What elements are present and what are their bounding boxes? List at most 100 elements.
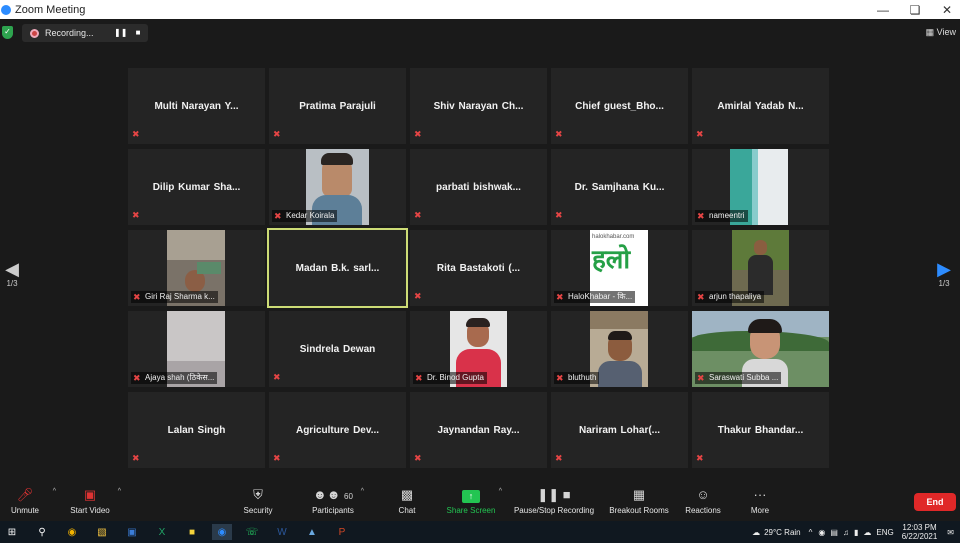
battery-icon[interactable]: ▮ [854, 528, 858, 537]
participant-tile[interactable]: Nariram Lohar(... ✖ [551, 392, 688, 468]
notifications-icon[interactable]: ✉ [947, 528, 954, 537]
powerpoint-icon[interactable]: P [332, 524, 352, 540]
participant-tile[interactable]: Jaynandan Ray... ✖ [410, 392, 547, 468]
meeting-topbar: ✓ Recording... ❚❚ ■ ▦ View [0, 23, 960, 43]
participant-tile-video[interactable]: ✖ Kedar Koirala [269, 149, 406, 225]
muted-mic-icon: ✖ [696, 453, 704, 463]
participant-tile[interactable]: parbati bishwak... ✖ [410, 149, 547, 225]
sticky-notes-icon[interactable]: ■ [182, 524, 202, 540]
weather-text[interactable]: 29°C Rain [764, 528, 801, 537]
participant-tile[interactable]: Thakur Bhandar... ✖ [692, 392, 829, 468]
photos-icon[interactable]: ▲ [302, 524, 322, 540]
breakout-label: Breakout Rooms [609, 506, 669, 515]
participant-tile[interactable]: Shiv Narayan Ch... ✖ [410, 68, 547, 144]
volume-icon[interactable]: ♫ [843, 528, 849, 537]
muted-mic-icon: ✖ [273, 453, 281, 463]
stop-recording-icon[interactable]: ■ [132, 27, 144, 39]
participant-tile-video[interactable]: ✖ Giri Raj Sharma k... [128, 230, 265, 306]
participant-tile-video[interactable]: ✖ nameentri [692, 149, 829, 225]
language-indicator[interactable]: ENG [876, 528, 893, 537]
participant-tile[interactable]: Pratima Parajuli ✖ [269, 68, 406, 144]
file-explorer-icon[interactable]: ▧ [92, 524, 112, 540]
participant-tile[interactable]: Amirlal Yadab N... ✖ [692, 68, 829, 144]
network-icon[interactable]: ▤ [830, 528, 838, 537]
muted-mic-icon: ✖ [274, 211, 282, 221]
end-meeting-button[interactable]: End [914, 493, 956, 511]
shield-icon: ⛨ [253, 487, 263, 502]
chat-button[interactable]: ▩ Chat [372, 484, 442, 521]
window-title: Zoom Meeting [15, 3, 86, 16]
participant-tile[interactable]: Chief guest_Bho... ✖ [551, 68, 688, 144]
start-video-button[interactable]: ▣ Start Video ^ [55, 484, 125, 521]
chevron-up-icon[interactable]: ^ [361, 488, 364, 495]
participant-tile-video[interactable]: halokhabar.com हलो ✖ HaloKhabar - कि... [551, 230, 688, 306]
chat-label: Chat [398, 506, 416, 515]
participant-name: Dr. Samjhana Ku... [574, 182, 665, 193]
participant-name: Chief guest_Bho... [575, 101, 664, 112]
participant-name: Multi Narayan Y... [154, 101, 239, 112]
participants-label: Participants [312, 506, 354, 515]
participant-tile-video[interactable]: ✖ arjun thapaliya [692, 230, 829, 306]
participant-tile[interactable]: Sindrela Dewan ✖ [269, 311, 406, 387]
muted-mic-icon: ✖ [132, 453, 140, 463]
unmute-button[interactable]: 🎤︎ Unmute ^ [0, 484, 60, 521]
more-label: More [750, 506, 770, 515]
participant-tile-video[interactable]: ✖ bluthuth [551, 311, 688, 387]
share-screen-button[interactable]: ↑ Share Screen ^ [436, 484, 506, 521]
maximize-icon[interactable]: ❏ [898, 0, 932, 19]
participant-tile-video[interactable]: ✖ Ajaya shah (ठिकेस... [128, 311, 265, 387]
participants-button[interactable]: ☻☻ 60 Participants ^ [298, 484, 368, 521]
minimize-icon[interactable]: — [866, 0, 900, 19]
participant-tile[interactable]: Rita Bastakoti (... ✖ [410, 230, 547, 306]
close-icon[interactable]: ✕ [930, 0, 960, 19]
excel-icon[interactable]: X [152, 524, 172, 540]
chevron-right-icon: ▶ [937, 259, 951, 279]
pause-recording-icon[interactable]: ❚❚ [114, 27, 127, 39]
breakout-rooms-button[interactable]: ▦ Breakout Rooms [604, 484, 674, 521]
unmute-label: Unmute [10, 506, 39, 515]
pause-stop-recording-button[interactable]: ❚❚ ■ Pause/Stop Recording [509, 484, 599, 521]
participant-label: ✖ Dr. Binod Gupta [413, 372, 487, 384]
muted-mic-icon: ✖ [133, 373, 141, 383]
view-button[interactable]: ▦ View [926, 27, 956, 38]
search-icon[interactable]: ⚲ [32, 524, 52, 540]
participant-tile[interactable]: Agriculture Dev... ✖ [269, 392, 406, 468]
zoom-tray-icon[interactable]: ◉ [818, 528, 825, 537]
windows-start-icon[interactable]: ⊞ [2, 524, 22, 540]
more-button[interactable]: ··· More [725, 484, 795, 521]
zoom-app-icon[interactable]: ◉ [212, 524, 232, 540]
participant-name: HaloKhabar - कि... [568, 292, 633, 301]
security-button[interactable]: ⛨ Security [223, 484, 293, 521]
view-label: View [936, 27, 956, 37]
store-icon[interactable]: ▣ [122, 524, 142, 540]
clock[interactable]: 12:03 PM 6/22/2021 [902, 523, 938, 541]
meeting-controls: 🎤︎ Unmute ^ ▣ Start Video ^ ⛨ Security ☻… [0, 484, 960, 521]
chevron-up-icon[interactable]: ^ [118, 488, 121, 495]
chrome-icon[interactable]: ◉ [62, 524, 82, 540]
participant-tile-video[interactable]: ✖ Dr. Binod Gupta [410, 311, 547, 387]
participant-name: Madan B.k. sarl... [295, 263, 380, 274]
recording-dot-icon [30, 28, 39, 38]
onedrive-cloud-icon[interactable]: ☁ [863, 528, 871, 537]
word-icon[interactable]: W [272, 524, 292, 540]
participant-tile[interactable]: Lalan Singh ✖ [128, 392, 265, 468]
participant-name: nameentri [709, 211, 745, 220]
participant-tile[interactable]: Dr. Samjhana Ku... ✖ [551, 149, 688, 225]
participant-name: Dilip Kumar Sha... [152, 182, 241, 193]
participant-tile[interactable]: Multi Narayan Y... ✖ [128, 68, 265, 144]
muted-mic-icon: ✖ [132, 129, 140, 139]
encryption-shield-icon[interactable]: ✓ [2, 26, 13, 39]
next-page[interactable]: ▶ 1/3 [932, 259, 956, 288]
participant-name: Dr. Binod Gupta [427, 373, 484, 382]
participant-name: Agriculture Dev... [295, 425, 380, 436]
participant-tile-video[interactable]: ✖ Saraswati Subba ... [692, 311, 829, 387]
chevron-up-icon[interactable]: ^ [499, 488, 502, 495]
participant-label: ✖ arjun thapaliya [695, 291, 765, 303]
prev-page[interactable]: ◀ 1/3 [0, 259, 24, 288]
participant-name: Giri Raj Sharma k... [145, 292, 215, 301]
active-speaker-tile[interactable]: Madan B.k. sarl... [267, 228, 408, 308]
whatsapp-icon[interactable]: ☏ [242, 524, 262, 540]
chevron-up-icon[interactable]: ^ [809, 528, 813, 537]
participant-name: Saraswati Subba ... [709, 373, 779, 382]
participant-tile[interactable]: Dilip Kumar Sha... ✖ [128, 149, 265, 225]
